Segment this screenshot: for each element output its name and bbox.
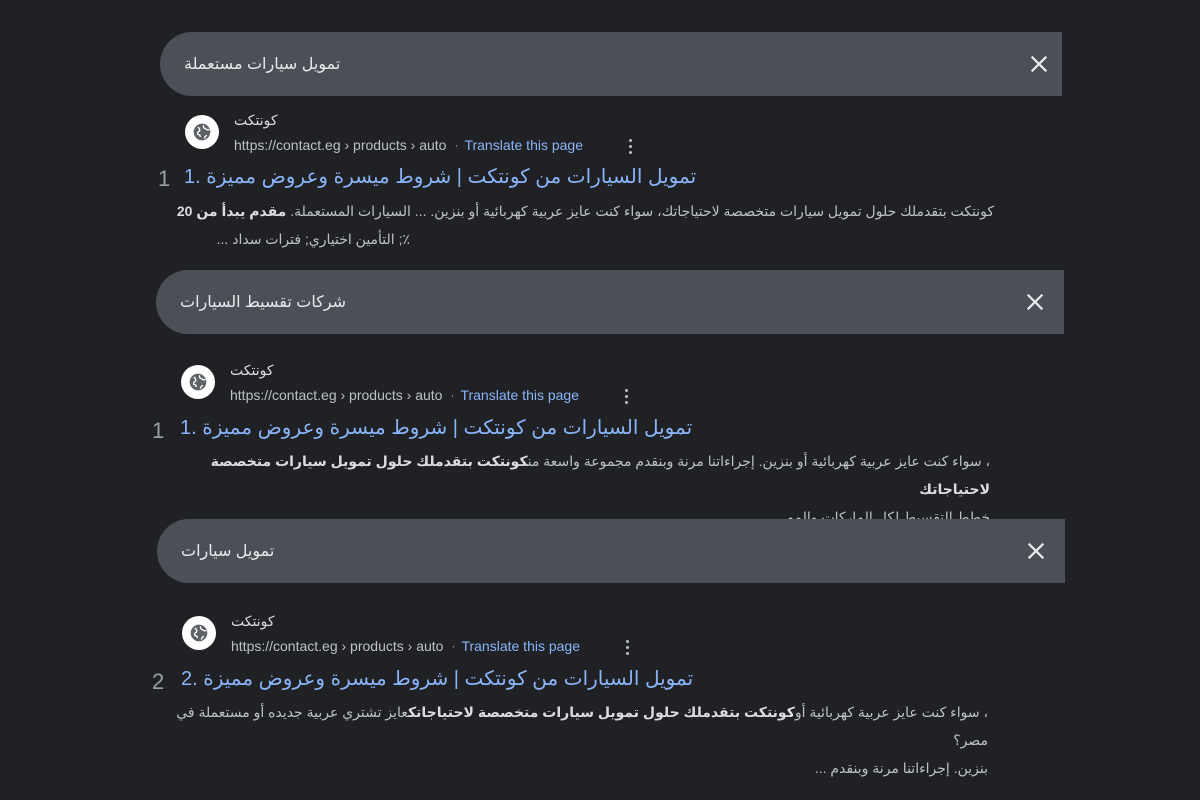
- translate-link[interactable]: Translate this page: [460, 387, 579, 403]
- rank-number: 2: [152, 669, 165, 694]
- more-vert-icon[interactable]: [628, 139, 634, 157]
- globe-icon: [182, 616, 216, 650]
- translate-link[interactable]: Translate this page: [461, 638, 580, 654]
- url-line: https://contact.eg › products › auto · T…: [231, 638, 580, 654]
- url-line: https://contact.eg › products › auto · T…: [234, 137, 583, 153]
- more-vert-icon[interactable]: [625, 640, 631, 658]
- globe-icon: [185, 115, 219, 149]
- site-name: كونتكت: [234, 112, 278, 128]
- translate-link[interactable]: Translate this page: [464, 137, 583, 153]
- result-title[interactable]: تمويل السيارات من كونتكت | شروط ميسرة وع…: [181, 666, 693, 691]
- separator-dot: ·: [450, 388, 455, 402]
- more-vert-icon[interactable]: [624, 389, 630, 407]
- site-name: كونتكت: [230, 362, 274, 378]
- query-text: تمويل سيارات مستعملة: [184, 56, 341, 73]
- rank-number: 1: [158, 166, 171, 191]
- separator-dot: ·: [451, 639, 456, 653]
- result-snippet: ، سواء كنت عايز عربية كهربائية أوكونتكت …: [176, 704, 988, 776]
- result-title[interactable]: تمويل السيارات من كونتكت | شروط ميسرة وع…: [180, 415, 692, 440]
- rank-number: 1: [152, 418, 165, 443]
- result-url[interactable]: https://contact.eg › products › auto: [231, 638, 443, 654]
- close-icon[interactable]: [1025, 540, 1047, 562]
- separator-dot: ·: [454, 138, 459, 152]
- query-bar-2[interactable]: شركات تقسيط السيارات: [156, 270, 1064, 334]
- query-text: تمويل سيارات: [181, 543, 275, 560]
- site-name: كونتكت: [231, 613, 275, 629]
- close-icon[interactable]: [1024, 291, 1046, 313]
- result-snippet: كونتكت بتقدملك حلول تمويل سيارات متخصصة …: [176, 203, 994, 247]
- query-bar-3[interactable]: تمويل سيارات: [157, 519, 1065, 583]
- url-line: https://contact.eg › products › auto · T…: [230, 387, 579, 403]
- result-url[interactable]: https://contact.eg › products › auto: [230, 387, 442, 403]
- result-url[interactable]: https://contact.eg › products › auto: [234, 137, 446, 153]
- query-bar-1[interactable]: تمويل سيارات مستعملة: [160, 32, 1062, 96]
- result-title[interactable]: تمويل السيارات من كونتكت | شروط ميسرة وع…: [184, 164, 696, 189]
- query-text: شركات تقسيط السيارات: [180, 294, 347, 311]
- close-icon[interactable]: [1028, 53, 1050, 75]
- globe-icon: [181, 365, 215, 399]
